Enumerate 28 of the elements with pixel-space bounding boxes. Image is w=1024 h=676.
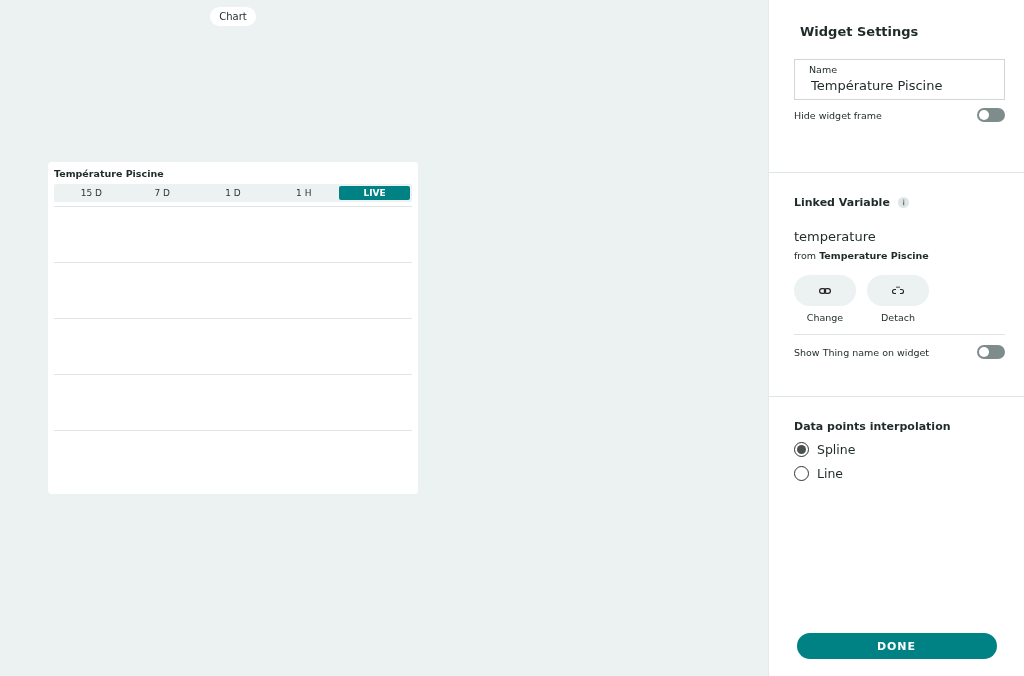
toggle-switch[interactable] — [977, 108, 1005, 122]
section-heading: Linked Variable — [794, 196, 890, 209]
radio-label: Line — [817, 466, 844, 481]
done-button[interactable]: DONE — [796, 633, 997, 659]
name-field[interactable]: Name Température Piscine — [794, 59, 1005, 100]
field-value: Température Piscine — [811, 78, 944, 93]
time-range-tab[interactable]: 7 D — [126, 186, 198, 200]
field-label: Name — [809, 64, 839, 75]
toggle-label: Show Thing name on widget — [794, 346, 930, 358]
panel-title: Widget Settings — [800, 24, 920, 39]
toggle-label: Hide widget frame — [794, 109, 882, 121]
section-heading: Data points interpolation — [794, 420, 952, 433]
action-button[interactable] — [794, 275, 856, 306]
time-range-tab[interactable]: 1 D — [197, 186, 269, 200]
time-range-tab[interactable]: LIVE — [339, 186, 410, 200]
time-range-tab[interactable]: 15 D — [56, 186, 127, 200]
variable-name: temperature — [794, 229, 877, 244]
link-icon — [819, 287, 831, 294]
toggle-switch[interactable] — [977, 345, 1005, 359]
broken-link-icon — [892, 286, 904, 295]
time-range-tab[interactable]: 1 H — [268, 186, 340, 200]
info-icon[interactable] — [897, 197, 909, 208]
widget-title: Température Piscine — [54, 168, 165, 179]
chart-mode-label: Chart — [210, 7, 256, 26]
radio-label: Spline — [817, 442, 856, 457]
variable-source: from Temperature Piscine — [794, 250, 930, 261]
action-label: Detach — [881, 312, 915, 323]
action-label: Change — [806, 312, 844, 323]
